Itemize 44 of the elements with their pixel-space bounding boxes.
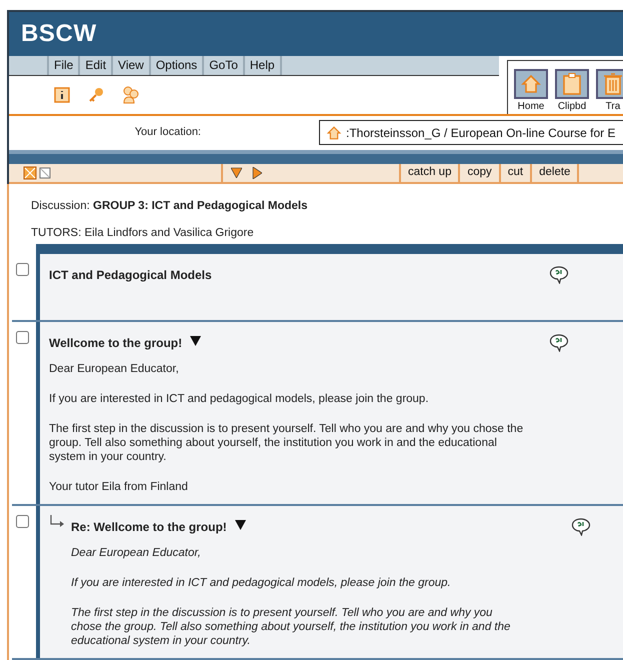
dropdown-triangle-icon[interactable] [234,520,246,530]
people-icon[interactable] [121,84,141,105]
house-icon [326,124,342,141]
post-paragraph: If you are interested in ICT and pedagogical models, please join the group. [49,392,430,406]
select-all-icon[interactable] [23,166,37,180]
action-button[interactable]: copy [458,164,499,182]
tutors-text: TUTORS: Eila Lindfors and Vasilica Grigore [31,226,255,241]
post-title: Re: Wellcome to the group! [71,519,227,536]
trash-icon [602,72,623,96]
clipboard-icon [561,72,583,96]
post-paragraph: If you are interested in ICT and pedagogical models, please join the group. [71,576,452,590]
house-icon [520,72,542,95]
action-button[interactable]: catch up [399,164,458,182]
dropdown-triangle-icon[interactable] [190,336,202,346]
expand-triangle-icon[interactable] [252,166,262,179]
location-path-field: :Thorsteinsson_G / European On-line Course for E [319,120,623,146]
post-paragraph: The first step in the discussion is to present yourself. Tell who you are and why you chose the group. Tell also something about yourself, the institution you work in and the educational system in your country. [71,606,512,648]
post-title: Wellcome to the group! [49,335,182,352]
select-checkbox[interactable] [16,263,29,276]
comment-bubble-icon[interactable] [549,266,569,284]
action-button[interactable]: delete [530,164,578,182]
post-paragraph: The first step in the discussion is to present yourself. Tell who you are and why you chose the group. Tell also something about yourself, the institution you work in and the educational system in your country. [49,422,524,464]
post-paragraph: Dear European Educator, [71,546,202,560]
menu-item[interactable]: GoTo [202,56,243,75]
select-checkbox[interactable] [16,331,29,344]
post-paragraph: Your tutor Eila from Finland [49,480,189,494]
deselect-icon[interactable] [39,166,51,179]
collapse-triangle-icon[interactable] [231,167,242,178]
menu-item[interactable]: File [47,56,78,75]
action-button[interactable]: cut [498,164,530,182]
post-title: ICT and Pedagogical Models [49,267,212,284]
key-icon[interactable] [87,86,105,104]
info-icon[interactable] [53,86,71,104]
discussion-title: Discussion: GROUP 3: ICT and Pedagogical Models [31,198,309,214]
select-checkbox[interactable] [16,515,29,528]
menu-item[interactable]: Help [242,56,280,75]
post-paragraph: Dear European Educator, [49,362,180,376]
comment-bubble-icon[interactable] [571,518,591,536]
menu-item[interactable]: View [111,56,149,75]
menu-item[interactable]: Edit [78,56,112,75]
logo-text[interactable]: BSCW [21,16,97,52]
location-label: Your location: [134,125,202,140]
menu-item[interactable]: Options [148,56,202,75]
comment-bubble-icon[interactable] [549,334,569,352]
